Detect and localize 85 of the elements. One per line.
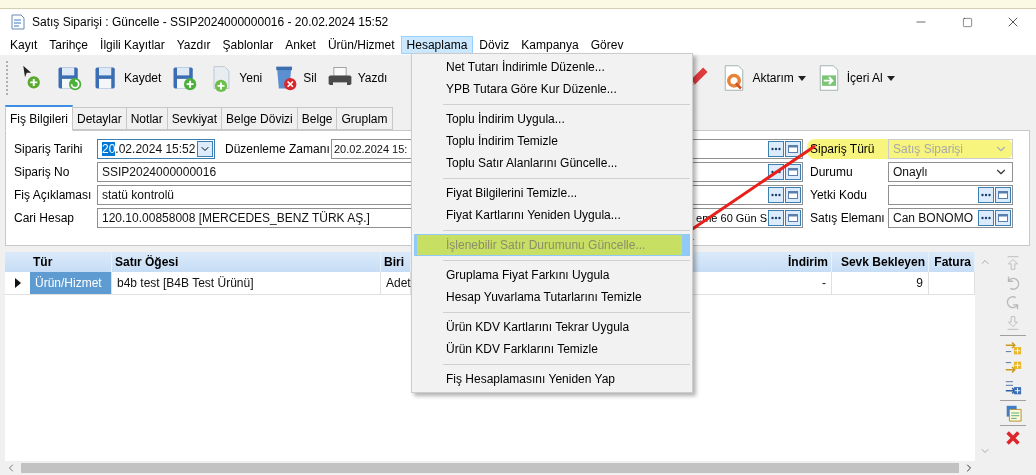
menu-item[interactable]: Kayıt (4, 36, 44, 54)
more-icon (981, 216, 991, 220)
field-label: Sipariş Türü (809, 142, 876, 156)
toolbar-button[interactable]: Yazdı (323, 62, 390, 94)
more-icon (771, 193, 781, 197)
more-icon (771, 170, 781, 174)
table-icon (998, 191, 1008, 199)
insert-list-icon (1004, 379, 1022, 397)
list-button[interactable] (785, 141, 801, 157)
delete-icon (1004, 429, 1022, 447)
table-icon (788, 145, 798, 153)
row-pointer-icon (14, 278, 21, 288)
side-toolbar-button[interactable] (1004, 404, 1022, 422)
maximize-icon (961, 16, 973, 28)
menu-item[interactable]: Ürün KDV Farklarını Temizle (414, 338, 690, 360)
field-label: Satış Elemanı (809, 211, 886, 225)
table-icon (788, 168, 798, 176)
browse-button[interactable] (768, 141, 784, 157)
tab[interactable]: Fiş Bilgileri (5, 105, 73, 131)
toolbar-button[interactable]: Aktarım (718, 62, 808, 94)
menu-item[interactable]: Şablonlar (216, 36, 280, 54)
document-icon (1004, 404, 1022, 422)
move-bottom-icon (1004, 314, 1022, 332)
move-top-icon (1004, 254, 1022, 272)
table-cell: b4b test [B4B Test Ürünü] (112, 272, 381, 294)
menu-item[interactable]: YPB Tutara Göre Kur Düzenle... (414, 78, 690, 100)
field-label: Yetki Kodu (809, 188, 868, 202)
list-button[interactable] (995, 187, 1011, 203)
list-button[interactable] (785, 187, 801, 203)
table-cell: Ürün/Hizmet (30, 272, 112, 294)
toolbar-button[interactable]: İçeri Al (812, 62, 897, 94)
more-icon (771, 216, 781, 220)
dropdown-field[interactable]: Onaylı (888, 162, 1013, 182)
table-icon (788, 214, 798, 222)
more-icon (981, 193, 991, 197)
field-label: Fiş Açıklaması (14, 188, 93, 202)
field-label: Durumu (809, 165, 854, 179)
menu-item[interactable]: Ürün KDV Kartlarını Tekrar Uygula (414, 316, 690, 338)
menu-item[interactable]: Toplu İndirim Temizle (414, 130, 690, 152)
menu-item[interactable]: Net Tutarı İndirimle Düzenle... (414, 56, 690, 78)
browse-button[interactable] (768, 187, 784, 203)
list-button[interactable] (785, 164, 801, 180)
menu-item[interactable]: İlgili Kayıtlar (94, 36, 171, 54)
field-label: Düzenleme Zamanı (225, 142, 331, 156)
window-title: Satış Siparişi : Güncelle - SSIP2024000000016 - 20.02.2024 15:52 (32, 15, 390, 29)
column-header[interactable]: Satır Öğesi (112, 252, 381, 272)
toolbar-button[interactable]: Kaydet (90, 62, 164, 94)
menu-item[interactable]: Fiş Hesaplamasını Yeniden Yap (414, 368, 690, 390)
lookup-field[interactable] (888, 185, 1013, 205)
browse-button[interactable] (768, 210, 784, 226)
tab[interactable]: Detaylar (72, 107, 127, 130)
date-field[interactable]: 20.02.2024 15:52 (97, 139, 215, 159)
menu-item[interactable]: Anket (279, 36, 322, 54)
menu-item[interactable]: Döviz (473, 36, 516, 54)
column-header[interactable]: Sevk Bekleyen (832, 252, 929, 272)
menu-item[interactable]: Yazdır (170, 36, 217, 54)
side-toolbar-button[interactable] (1004, 429, 1022, 447)
field-label: Cari Hesap (14, 211, 76, 225)
menu-item[interactable]: Kampanya (515, 36, 585, 54)
browse-button[interactable] (978, 210, 994, 226)
lookup-field[interactable]: Can BONOMO (888, 208, 1013, 228)
table-icon (998, 214, 1008, 222)
table-icon (788, 191, 798, 199)
tab[interactable]: Belge Dövizi (221, 107, 298, 130)
menu-item[interactable]: Ürün/Hizmet (321, 36, 401, 54)
browse-button[interactable] (978, 187, 994, 203)
table-cell: 9 (832, 272, 929, 294)
toolbar-button[interactable]: Sil (269, 62, 319, 94)
toolbar-button[interactable]: Yeni (205, 62, 265, 94)
field-label: Sipariş No (14, 165, 71, 179)
menu-item[interactable]: Görev (584, 36, 630, 54)
tab[interactable]: Belge (296, 107, 338, 130)
menu-item[interactable]: Tarihçe (43, 36, 95, 54)
tab[interactable]: Notlar (125, 107, 168, 130)
tab[interactable]: Gruplam (336, 107, 393, 130)
menu-item[interactable]: Hesaplama (400, 36, 474, 54)
list-button[interactable] (785, 210, 801, 226)
side-toolbar-button[interactable] (1004, 379, 1022, 397)
more-icon (771, 147, 781, 151)
insert-row-icon (1004, 339, 1022, 357)
field-label: Sipariş Tarihi (14, 142, 84, 156)
menu-item[interactable]: Toplu İndirim Uygula... (414, 108, 690, 130)
list-button[interactable] (995, 210, 1011, 226)
tab[interactable]: Sevkiyat (166, 107, 223, 130)
app-icon (10, 14, 26, 30)
